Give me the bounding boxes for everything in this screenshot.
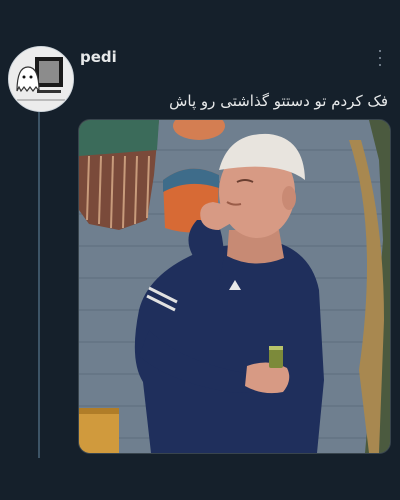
tweet-photo[interactable]: [78, 119, 391, 454]
more-options-icon[interactable]: [370, 50, 390, 66]
ghost-icon: [9, 47, 73, 111]
tweet-text: فک کردم تو دستتو گذاشتی رو پاش: [169, 92, 388, 110]
avatar[interactable]: [8, 46, 74, 112]
username[interactable]: pedi: [80, 48, 117, 66]
thread-line: [38, 112, 40, 458]
tweet-card[interactable]: pedi فک کردم تو دستتو گذاشتی رو پاش: [0, 0, 400, 500]
